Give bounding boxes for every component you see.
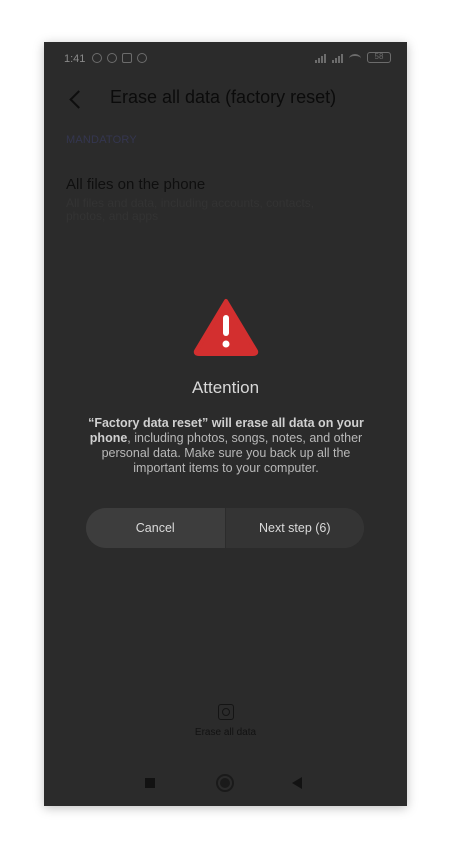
alert-icon (137, 53, 147, 63)
home-icon[interactable] (216, 774, 234, 792)
back-arrow-icon[interactable] (68, 92, 82, 106)
battery-icon: 58 (367, 52, 391, 63)
signal-icon (315, 54, 326, 63)
recents-icon[interactable] (145, 778, 155, 788)
back-icon[interactable] (292, 777, 302, 789)
page-title: Erase all data (factory reset) (110, 87, 337, 107)
status-time: 1:41 (64, 53, 86, 65)
dialog-message-body: , including photos, songs, notes, and ot… (101, 431, 363, 475)
phone-screen: 1:41 58 Erase all data (factory reset) M… (44, 42, 407, 806)
gear-icon (92, 53, 102, 63)
warning-icon (193, 299, 259, 356)
signal-icon-2 (332, 54, 343, 63)
circle-icon (107, 53, 117, 63)
status-bar: 1:41 58 (44, 42, 407, 76)
erase-all-data-button[interactable]: Erase all data (44, 704, 407, 738)
cancel-button[interactable]: Cancel (86, 508, 225, 548)
erase-icon (217, 704, 234, 720)
navigation-bar (44, 770, 407, 796)
section-label: MANDATORY (66, 134, 137, 146)
wifi-icon (349, 54, 361, 63)
dialog-message: “Factory data reset” will erase all data… (80, 416, 372, 476)
dialog-button-group: Cancel Next step (6) (86, 508, 364, 548)
status-system-icons: 58 (315, 52, 391, 63)
status-notification-icons (92, 53, 147, 63)
erase-all-data-label: Erase all data (194, 727, 257, 738)
trash-icon (122, 53, 132, 63)
dialog-title: Attention (191, 378, 260, 397)
item-description: All files and data, including accounts, … (66, 196, 315, 223)
next-step-button[interactable]: Next step (6) (224, 508, 364, 548)
item-title: All files on the phone (66, 176, 206, 193)
